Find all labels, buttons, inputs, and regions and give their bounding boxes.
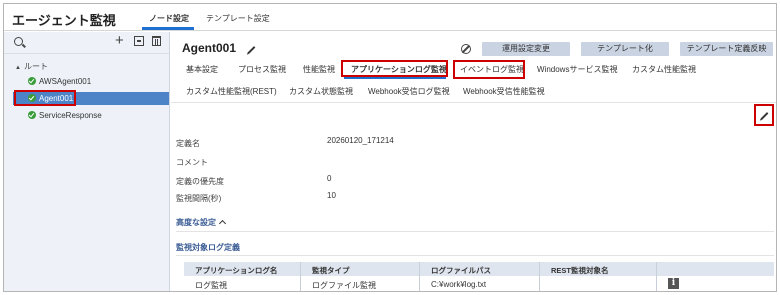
tab-template-settings[interactable]: テンプレート設定	[206, 13, 270, 30]
main-panel: Agent001 運用設定変更 テンプレート化 テンプレート定義反映 基本設定 …	[171, 32, 776, 291]
divider	[176, 255, 774, 256]
app-title: エージェント監視	[12, 13, 116, 28]
rename-pencil-icon[interactable]	[247, 46, 256, 54]
tab-custom-performance[interactable]: カスタム性能監視	[632, 64, 696, 75]
reflect-template-button[interactable]: テンプレート定義反映	[680, 42, 773, 56]
table-header: アプリケーションログ名 監視タイプ ログファイルパス REST監視対象名	[184, 262, 774, 276]
import-icon[interactable]	[134, 36, 144, 46]
highlight-box-event-log	[453, 60, 525, 79]
tree-root[interactable]: ▲ ルート	[15, 61, 48, 72]
advanced-settings-label: 高度な設定	[176, 218, 216, 227]
disable-icon[interactable]	[461, 44, 471, 54]
comment-label: コメント	[176, 158, 208, 167]
tree-root-label: ルート	[23, 62, 48, 71]
active-tab-indicator	[142, 27, 194, 30]
search-icon[interactable]	[14, 37, 23, 46]
priority-label: 定義の優先度	[176, 177, 224, 186]
tab-custom-performance-rest[interactable]: カスタム性能監視(REST)	[186, 86, 277, 97]
tree-item-serviceresponse[interactable]: ServiceResponse	[28, 109, 102, 122]
table-cell: ログファイル監視	[312, 281, 376, 290]
tab-webhook-log[interactable]: Webhook受信ログ監視	[368, 86, 450, 97]
highlight-box-agent001	[14, 90, 76, 106]
column-header: 監視タイプ	[312, 266, 350, 275]
sidebar-toolbar: +	[4, 32, 170, 54]
tree-item-label: ServiceResponse	[39, 111, 102, 120]
sidebar: + ▲ ルート AWSAgent001 Agent001 ServiceRespo…	[4, 32, 170, 291]
definition-name-value: 20260120_171214	[327, 136, 394, 145]
info-icon[interactable]: i	[668, 278, 679, 289]
interval-value: 10	[327, 191, 336, 200]
page-title: Agent001	[182, 41, 237, 55]
add-icon[interactable]: +	[115, 33, 124, 48]
window: エージェント監視 ノード設定 テンプレート設定 + ▲ ルート AWSAgent0…	[3, 3, 777, 292]
edit-button[interactable]	[754, 104, 774, 126]
column-header: REST監視対象名	[551, 266, 609, 275]
priority-value: 0	[327, 174, 332, 183]
column-header: アプリケーションログ名	[195, 266, 278, 275]
status-ok-icon	[28, 111, 36, 119]
tab-process[interactable]: プロセス監視	[238, 64, 286, 75]
tree-item-awsagent001[interactable]: AWSAgent001	[28, 75, 91, 88]
status-ok-icon	[28, 77, 36, 85]
expand-triangle-icon[interactable]: ▲	[15, 65, 21, 71]
divider	[171, 102, 776, 103]
trash-icon[interactable]	[152, 36, 161, 46]
header-bar: エージェント監視 ノード設定 テンプレート設定	[4, 4, 776, 31]
tree-item-label: AWSAgent001	[39, 77, 92, 86]
table-row[interactable]: ログ監視 ログファイル監視 C:¥work¥log.txt i	[184, 277, 774, 291]
templatize-button[interactable]: テンプレート化	[581, 42, 669, 56]
highlight-box-application-log	[341, 60, 448, 77]
column-header: ログファイルパス	[431, 266, 491, 275]
table-cell: ログ監視	[195, 281, 227, 290]
chevron-up-icon	[218, 219, 227, 228]
interval-label: 監視間隔(秒)	[176, 194, 222, 203]
divider	[176, 231, 774, 232]
table-cell: C:¥work¥log.txt	[431, 280, 487, 289]
section-title: 監視対象ログ定義	[176, 243, 240, 252]
apply-settings-button[interactable]: 運用設定変更	[482, 42, 570, 56]
tab-performance[interactable]: 性能監視	[303, 64, 335, 75]
advanced-settings-toggle[interactable]: 高度な設定	[176, 217, 227, 228]
tab-custom-status[interactable]: カスタム状態監視	[289, 86, 353, 97]
tab-webhook-performance[interactable]: Webhook受信性能監視	[463, 86, 545, 97]
pencil-icon	[760, 112, 769, 120]
tab-windows-service[interactable]: Windowsサービス監視	[537, 64, 617, 75]
definition-name-label: 定義名	[176, 139, 200, 148]
tab-basic[interactable]: 基本設定	[186, 64, 218, 75]
